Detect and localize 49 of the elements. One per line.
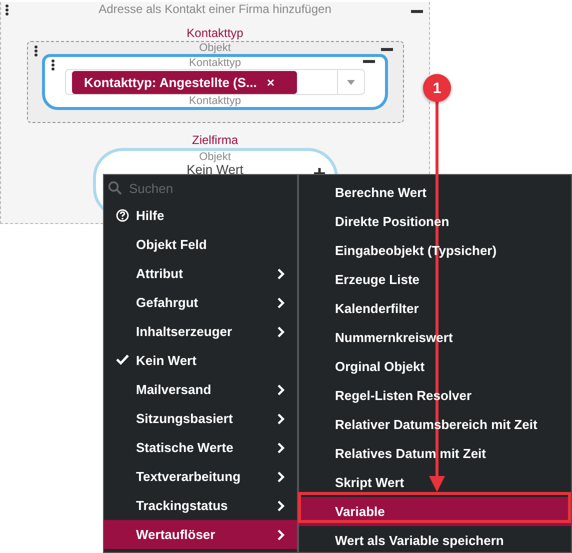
menu-item[interactable]: Wertauflöser	[104, 520, 297, 549]
chevron-right-icon	[277, 268, 285, 280]
menu-item[interactable]: Inhaltserzeuger	[104, 317, 297, 346]
chevron-right-icon	[277, 500, 285, 512]
chip-text: Kontakttyp: Angestellte (S...	[84, 74, 257, 90]
collapse-icon[interactable]	[380, 48, 392, 51]
checkmark-icon	[116, 354, 129, 365]
chevron-right-icon	[277, 442, 285, 454]
chevron-right-icon	[277, 470, 285, 482]
menu-item[interactable]: Mailversand	[104, 375, 297, 404]
group-label: Objekt	[199, 42, 231, 54]
submenu-item[interactable]: Skript Wert	[299, 468, 571, 497]
help-icon	[116, 209, 129, 222]
menu-item[interactable]: Kein Wert	[104, 346, 297, 375]
menu-item[interactable]: Statische Werte	[104, 433, 297, 462]
section-label: Zielfirma	[192, 133, 238, 147]
submenu-item[interactable]: Relatives Datum mit Zeit	[299, 439, 571, 468]
field-label: Kontakttyp	[189, 57, 241, 69]
drag-handle-icon[interactable]	[51, 59, 55, 71]
menu-item[interactable]: Textverarbeitung	[104, 462, 297, 491]
search-icon	[108, 181, 122, 195]
drag-handle-icon[interactable]	[34, 45, 38, 57]
chevron-right-icon	[277, 326, 285, 338]
node-value: Kein Wert	[186, 163, 244, 177]
menu-item[interactable]: Gefahrgut	[104, 288, 297, 317]
chevron-right-icon	[277, 296, 285, 308]
dropdown-caret-icon[interactable]	[347, 80, 355, 84]
menu-item[interactable]: Objekt Feld	[104, 230, 297, 259]
menu-item[interactable]: Sitzungsbasiert	[104, 404, 297, 433]
submenu-item[interactable]: Wert als Variable speichern	[299, 526, 571, 553]
section-label: Kontakttyp	[186, 26, 244, 40]
submenu-item[interactable]: Kalenderfilter	[299, 294, 571, 323]
chevron-right-icon	[277, 528, 285, 540]
drag-handle-icon[interactable]	[5, 4, 9, 16]
node-label: Objekt	[199, 151, 231, 163]
step-badge: 1	[423, 74, 451, 102]
chevron-right-icon	[277, 412, 285, 424]
submenu-item[interactable]: Berechne Wert	[299, 178, 571, 207]
menu-item[interactable]: Hilfe	[104, 201, 297, 230]
panel-title: Adresse als Kontakt einer Firma hinzufügen	[98, 2, 332, 16]
chevron-right-icon	[277, 384, 285, 396]
field-footer: Kontakttyp	[189, 95, 241, 107]
search-field[interactable]: Suchen	[127, 180, 281, 196]
chip-remove-button[interactable]: ×	[266, 74, 274, 90]
contact-type-select[interactable]: Kontakttyp: Angestellte (S... ×	[65, 69, 365, 95]
submenu-item[interactable]: Orginal Objekt	[299, 352, 571, 381]
menu-item[interactable]: Trackingstatus	[104, 491, 297, 520]
submenu-item[interactable]: Erzeuge Liste	[299, 265, 571, 294]
menu-item[interactable]: Attribut	[104, 259, 297, 288]
